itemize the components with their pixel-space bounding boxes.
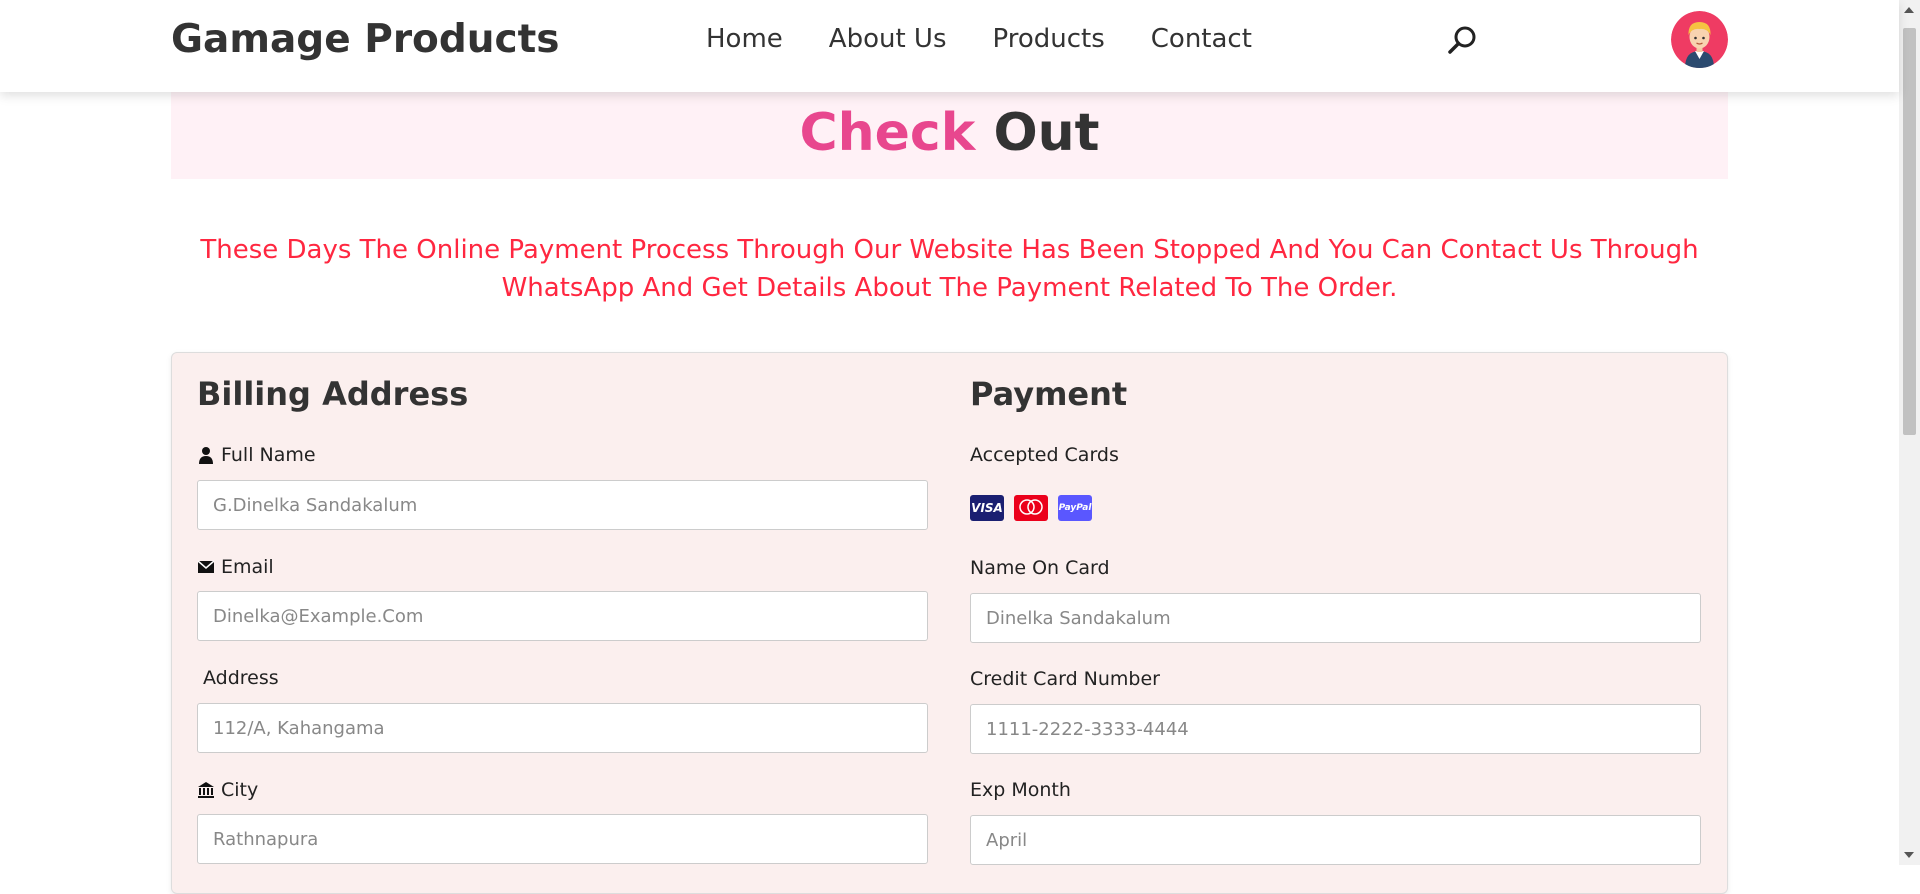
nav-products[interactable]: Products — [993, 24, 1105, 54]
mastercard-icon — [1014, 495, 1048, 521]
accepted-cards-label: Accepted Cards — [970, 444, 1119, 466]
envelope-icon — [197, 560, 215, 573]
email-input[interactable] — [197, 591, 928, 641]
payment-notice: These Days The Online Payment Process Th… — [171, 231, 1728, 307]
card-number-input[interactable] — [970, 704, 1701, 754]
user-avatar-icon[interactable] — [1671, 11, 1728, 68]
city-input[interactable] — [197, 814, 928, 864]
scroll-up-icon[interactable] — [1904, 7, 1914, 13]
checkout-form: Billing Address Full Name Email Address … — [171, 352, 1728, 894]
nav-home[interactable]: Home — [706, 24, 783, 54]
name-on-card-label: Name On Card — [970, 557, 1110, 579]
accepted-cards: VISA PayPal — [970, 495, 1092, 521]
nav-about-us[interactable]: About Us — [829, 24, 947, 54]
billing-title: Billing Address — [197, 375, 469, 413]
paypal-icon: PayPal — [1058, 495, 1092, 521]
checkout-banner: Check Out — [171, 92, 1728, 179]
search-icon[interactable] — [1446, 24, 1478, 56]
notice-line-2: WhatsApp And Get Details About The Payme… — [501, 273, 1398, 303]
site-header: Gamage Products Home About Us Products C… — [0, 0, 1899, 92]
institution-icon — [198, 782, 214, 798]
address-label-text: Address — [203, 667, 279, 689]
nav-contact[interactable]: Contact — [1151, 24, 1252, 54]
city-label: City — [197, 779, 258, 801]
email-label-text: Email — [221, 556, 274, 578]
scroll-thumb[interactable] — [1903, 28, 1916, 435]
page-scrollbar[interactable] — [1899, 0, 1920, 865]
full-name-label: Full Name — [197, 444, 316, 466]
visa-card-icon: VISA — [970, 495, 1004, 521]
title-out: Out — [993, 103, 1100, 163]
name-on-card-input[interactable] — [970, 593, 1701, 643]
payment-title: Payment — [970, 375, 1128, 413]
full-name-label-text: Full Name — [221, 444, 316, 466]
address-input[interactable] — [197, 703, 928, 753]
city-label-text: City — [221, 779, 259, 801]
main-nav: Home About Us Products Contact — [706, 24, 1252, 54]
scroll-down-icon[interactable] — [1904, 852, 1914, 858]
exp-month-input[interactable] — [970, 815, 1701, 865]
title-check: Check — [799, 103, 976, 163]
email-label: Email — [197, 556, 274, 578]
full-name-input[interactable] — [197, 480, 928, 530]
exp-month-label: Exp Month — [970, 779, 1071, 801]
brand-name[interactable]: Gamage Products — [171, 17, 560, 62]
page-title: Check Out — [171, 92, 1728, 161]
user-icon — [199, 447, 213, 464]
address-label: Address — [203, 667, 279, 689]
notice-line-1: These Days The Online Payment Process Th… — [200, 235, 1699, 265]
card-number-label: Credit Card Number — [970, 668, 1160, 690]
